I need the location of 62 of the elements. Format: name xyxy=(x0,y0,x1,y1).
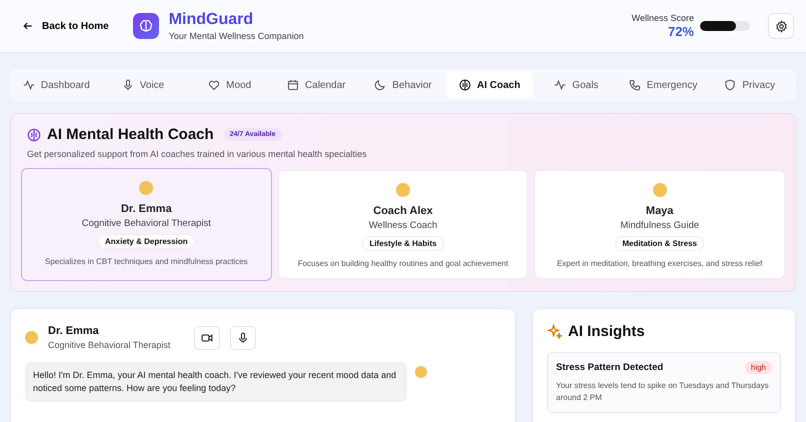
coach-card[interactable]: Coach Alex Wellness Coach Lifestyle & Habits Focuses on building healthy routines and goal achievement xyxy=(278,170,528,279)
brain-icon xyxy=(27,128,41,142)
phone-icon xyxy=(628,79,641,91)
shield-icon xyxy=(724,79,736,91)
coach-description: Specializes in CBT techniques and mindfulness practices xyxy=(45,257,248,266)
microphone-icon xyxy=(237,332,250,344)
nav-tab[interactable]: Behavior xyxy=(360,72,446,98)
app-name: MindGuard xyxy=(168,11,254,29)
panel-subtitle: Get personalized support from AI coaches trained in various mental health specialties xyxy=(27,149,368,159)
brain-icon xyxy=(459,79,472,91)
wellness-score-value: 72% xyxy=(668,24,694,39)
coach-card[interactable]: Maya Mindfulness Guide Meditation & Stress Expert in meditation, breathing exercises, and stress relief xyxy=(534,170,786,279)
coach-description: Focuses on building healthy routines and goal achievement xyxy=(298,259,508,268)
heart-icon xyxy=(208,79,220,91)
nav-tab[interactable]: Privacy xyxy=(706,72,794,98)
specialty-tag: Meditation & Stress xyxy=(615,236,704,251)
coach-role: Mindfulness Guide xyxy=(620,220,700,231)
avatar-icon xyxy=(396,183,410,197)
coach-role: Wellness Coach xyxy=(368,220,438,231)
priority-badge: high xyxy=(744,361,772,374)
settings-icon xyxy=(774,20,788,32)
microphone-button[interactable] xyxy=(230,326,256,350)
app-tagline: Your Mental Wellness Companion xyxy=(168,31,304,41)
coach-name: Dr. Emma xyxy=(48,325,100,337)
nav-tab[interactable]: Voice xyxy=(100,72,186,98)
calendar-icon xyxy=(287,79,300,91)
nav-tab[interactable]: Emergency xyxy=(620,72,706,98)
video-call-button[interactable] xyxy=(194,326,220,350)
microphone-icon xyxy=(122,79,134,91)
wellness-score-label: Wellness Score xyxy=(632,13,694,23)
avatar-icon xyxy=(25,331,38,344)
avatar-icon xyxy=(652,183,667,197)
pulse-icon xyxy=(554,79,566,91)
specialty-tag: Anxiety & Depression xyxy=(98,234,195,249)
arrow-left-icon xyxy=(22,20,34,32)
coach-description: Expert in meditation, breathing exercises, and stress relief xyxy=(556,259,762,268)
avatar-icon xyxy=(415,366,427,378)
specialty-tag: Lifestyle & Habits xyxy=(362,236,444,251)
sparkle-icon xyxy=(547,324,562,339)
panel-title: AI Mental Health Coach xyxy=(47,126,214,143)
coach-name: Dr. Emma xyxy=(120,203,172,215)
nav-tab[interactable]: Calendar xyxy=(273,72,360,98)
coach-name: Coach Alex xyxy=(373,205,433,217)
coach-role: Cognitive Behavioral Therapist xyxy=(48,340,170,350)
brain-logo-icon xyxy=(132,13,159,39)
pulse-icon xyxy=(22,79,35,91)
nav-tab[interactable]: Mood xyxy=(186,72,274,98)
insights-title: AI Insights xyxy=(568,323,645,340)
coach-name: Maya xyxy=(646,205,674,217)
video-camera-icon xyxy=(201,332,214,344)
coach-role: Cognitive Behavioral Therapist xyxy=(82,218,211,229)
coach-card[interactable]: Dr. Emma Cognitive Behavioral Therapist Anxiety & Depression Specializes in CBT techniques and mindfulness practices xyxy=(21,168,272,281)
nav-tab[interactable]: Dashboard xyxy=(13,72,100,98)
nav-tab[interactable]: AI Coach xyxy=(446,72,534,98)
insight-text: Your stress levels tend to spike on Tuesdays and Thursdays around 2 PM xyxy=(556,380,770,404)
avatar-icon xyxy=(139,181,154,195)
chat-message: Hello! I'm Dr. Emma, your AI mental health coach. I've reviewed your recent mood data and noticed some patterns. How are you feeling today? xyxy=(25,362,407,402)
settings-button[interactable] xyxy=(768,13,794,39)
back-button[interactable]: Back to Home xyxy=(18,16,113,36)
nav-tab[interactable]: Goals xyxy=(533,72,620,98)
moon-icon xyxy=(374,79,386,91)
insight-title: Stress Pattern Detected xyxy=(556,362,664,373)
